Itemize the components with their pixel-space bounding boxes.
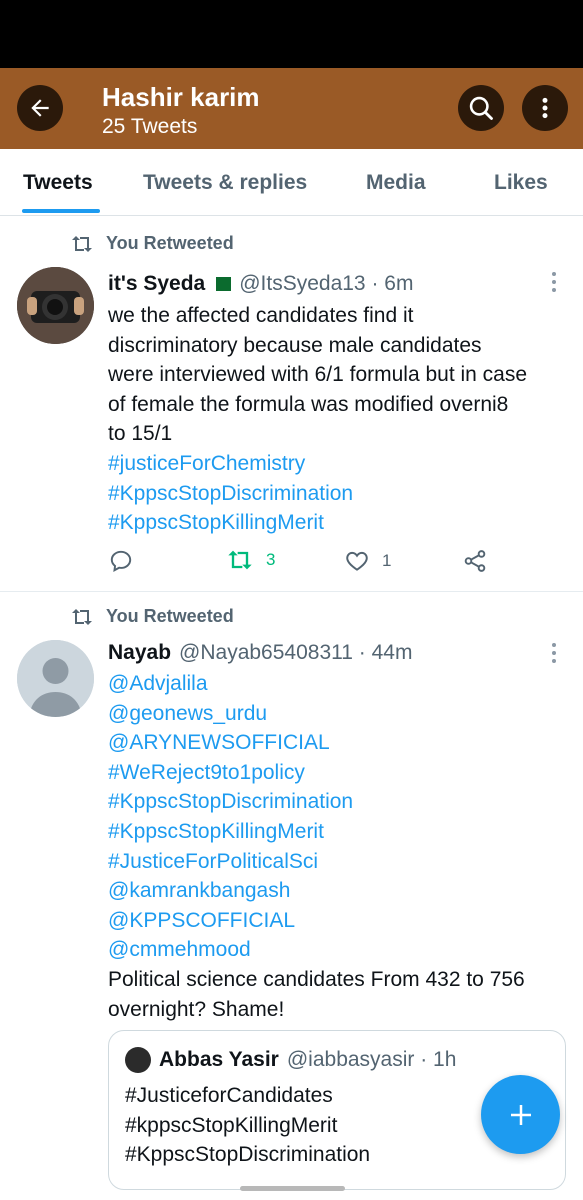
mention-link[interactable]: @ARYNEWSOFFICIAL — [108, 728, 568, 758]
quoted-tweet-text: #JusticeforCandidates #kppscStopKillingM… — [125, 1081, 370, 1170]
share-button[interactable] — [462, 548, 500, 574]
tweet-line: overnight? Shame! — [108, 997, 285, 1021]
like-button[interactable]: 1 — [344, 548, 391, 574]
hashtag-link[interactable]: #justiceForChemistry — [108, 449, 568, 479]
hashtag-link[interactable]: #WeReject9to1policy — [108, 758, 568, 788]
quoted-author-name: Abbas Yasir — [159, 1048, 279, 1071]
tweet-line: we the affected candidates find it — [108, 304, 414, 327]
avatar[interactable] — [17, 267, 94, 344]
hashtag-link[interactable]: #KppscStopDiscrimination — [108, 479, 568, 509]
tweet-line: discriminatory because male candidates — [108, 333, 482, 357]
author-name[interactable]: Nayab — [108, 641, 171, 665]
quoted-author-handle: @iabbasyasir · 1h — [286, 1048, 457, 1071]
home-indicator[interactable] — [240, 1186, 345, 1191]
tab-tweets-and-replies[interactable]: Tweets & replies — [143, 171, 307, 195]
tab-tweets[interactable]: Tweets — [23, 171, 93, 195]
retweet-icon — [72, 235, 92, 252]
more-options-button[interactable] — [522, 85, 568, 131]
mention-link[interactable]: @kamrankbangash — [108, 876, 568, 906]
quoted-line: #JusticeforCandidates — [125, 1084, 333, 1107]
author-name[interactable]: it's Syeda — [108, 272, 205, 296]
tweet-actions: 3 1 — [108, 548, 558, 578]
profile-header: Hashir karim 25 Tweets — [0, 68, 583, 149]
tweet-header: it's Syeda @ItsSyeda13 · 6m — [108, 272, 413, 296]
retweet-icon — [228, 550, 252, 570]
mention-link[interactable]: @geonews_urdu — [108, 699, 568, 729]
status-bar — [0, 0, 583, 68]
hashtag-link[interactable]: #KppscStopKillingMerit — [108, 508, 568, 538]
compose-tweet-button[interactable] — [481, 1075, 560, 1154]
tweet-count: 25 Tweets — [102, 115, 198, 138]
tab-media[interactable]: Media — [366, 171, 426, 195]
avatar[interactable] — [17, 640, 94, 717]
camera-icon — [17, 267, 94, 344]
tweet-text: @Advjalila @geonews_urdu @ARYNEWSOFFICIA… — [108, 669, 568, 1024]
retweet-label: You Retweeted — [106, 233, 234, 253]
retweet-context: You Retweeted — [70, 606, 234, 627]
retweet-count: 3 — [266, 550, 276, 569]
active-tab-indicator — [22, 209, 100, 213]
retweet-label: You Retweeted — [106, 606, 234, 626]
quoted-line: #KppscStopDiscrimination — [125, 1143, 371, 1167]
profile-tabs: Tweets Tweets & replies Media Likes — [0, 149, 583, 216]
tweet-divider — [0, 591, 583, 592]
mention-link[interactable]: @cmmehmood — [108, 935, 568, 965]
like-count: 1 — [382, 551, 392, 570]
retweet-icon — [72, 608, 92, 625]
tweet-line: were interviewed with 6/1 formula but in… — [108, 363, 528, 387]
quoted-avatar — [125, 1047, 151, 1073]
hashtag-link[interactable]: #JusticeForPoliticalSci — [108, 847, 568, 877]
plus-icon — [510, 1104, 531, 1125]
tweet-text: we the affected candidates find it discr… — [108, 301, 568, 538]
heart-icon — [346, 551, 368, 571]
tweet-menu-icon[interactable] — [549, 643, 559, 663]
profile-name: Hashir karim — [102, 82, 260, 112]
hashtag-link[interactable]: #KppscStopKillingMerit — [108, 817, 568, 847]
search-icon — [469, 96, 493, 120]
tweet-line: to 15/1 — [108, 422, 173, 446]
retweet-context: You Retweeted — [70, 233, 234, 254]
tweet-header: Nayab @Nayab65408311 · 44m — [108, 641, 412, 665]
mention-link[interactable]: @KPPSCOFFICIAL — [108, 906, 568, 936]
pakistan-flag-icon — [211, 277, 232, 291]
share-icon — [464, 550, 486, 572]
retweet-button[interactable]: 3 — [226, 548, 275, 572]
quoted-line: #kppscStopKillingMerit — [125, 1113, 338, 1137]
tweet-line: Political science candidates From 432 to… — [108, 967, 525, 991]
arrow-left-icon — [31, 99, 49, 117]
author-handle[interactable]: @ItsSyeda13 · 6m — [239, 272, 413, 296]
reply-icon — [110, 550, 132, 572]
tab-likes[interactable]: Likes — [494, 171, 548, 195]
default-avatar-icon — [17, 640, 94, 717]
back-button[interactable] — [17, 85, 63, 131]
author-handle[interactable]: @Nayab65408311 · 44m — [179, 641, 412, 665]
mention-link[interactable]: @Advjalila — [108, 669, 568, 699]
more-vertical-icon — [542, 97, 548, 119]
quoted-tweet-header: Abbas Yasir @iabbasyasir · 1h — [125, 1047, 456, 1073]
tweet-menu-icon[interactable] — [549, 272, 559, 292]
reply-button[interactable] — [108, 548, 146, 574]
search-button[interactable] — [458, 85, 504, 131]
hashtag-link[interactable]: #KppscStopDiscrimination — [108, 787, 568, 817]
tweet-line: of female the formula was modified overn… — [108, 392, 509, 416]
